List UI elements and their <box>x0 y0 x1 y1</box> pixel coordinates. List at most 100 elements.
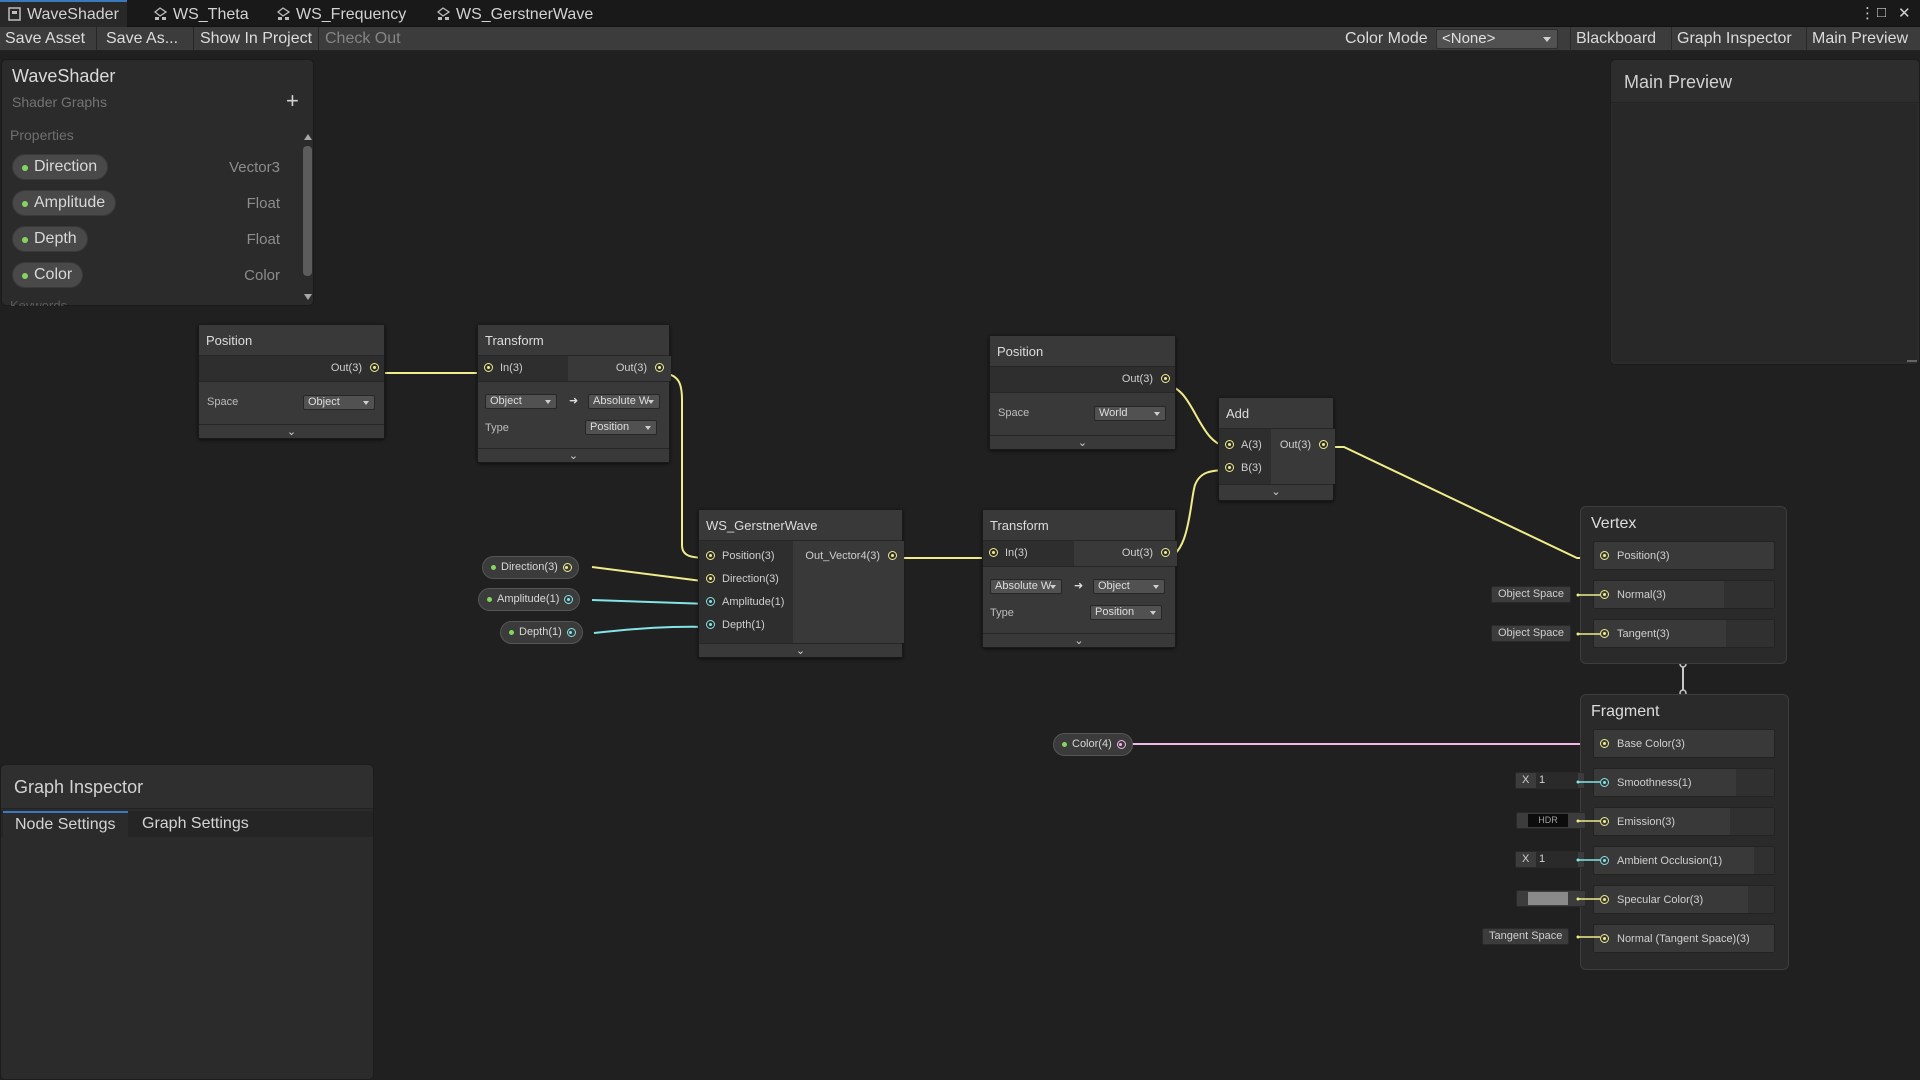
normal-tangent-space-value[interactable]: Tangent Space <box>1482 928 1570 945</box>
keywords-section-header[interactable]: Keywords <box>10 298 67 306</box>
normal-space-value[interactable]: Object Space <box>1491 586 1572 603</box>
block-ambient-occlusion[interactable]: Ambient Occlusion(1) <box>1593 846 1775 875</box>
property-pill-color[interactable]: Color <box>12 262 84 288</box>
node-title: WS_GerstnerWave <box>699 510 902 541</box>
scroll-down-icon[interactable] <box>304 294 312 300</box>
type-dropdown[interactable]: Position <box>1090 605 1162 620</box>
output-port[interactable] <box>566 628 576 637</box>
input-port-a[interactable] <box>1225 440 1234 449</box>
tangent-space-value[interactable]: Object Space <box>1491 625 1572 642</box>
output-port-out[interactable] <box>1161 374 1170 383</box>
node-ports: In(3) Out(3) <box>478 356 671 381</box>
collapse-chevron-icon[interactable]: ⌄ <box>990 435 1175 449</box>
property-pill-direction[interactable]: Direction <box>12 154 109 180</box>
direction-property-node[interactable]: Direction(3) <box>482 556 579 579</box>
position-node-object[interactable]: Position Out(3) Space Object ⌄ <box>198 324 385 439</box>
depth-property-node[interactable]: Depth(1) <box>500 621 583 644</box>
vertex-context[interactable]: Vertex Position(3) Normal(3) Tangent(3) <box>1580 506 1787 664</box>
type-dropdown[interactable]: Position <box>585 420 657 435</box>
output-port-out[interactable] <box>370 363 379 372</box>
color-property-node[interactable]: Color(4) <box>1053 733 1133 756</box>
node-settings: Object ➜ Absolute W Type Position <box>478 381 669 448</box>
node-settings: Absolute W ➜ Object Type Position <box>983 566 1175 633</box>
from-space-dropdown[interactable]: Absolute W <box>990 579 1062 594</box>
property-dot <box>22 201 28 207</box>
scroll-up-icon[interactable] <box>304 134 312 140</box>
block-specular-color[interactable]: Specular Color(3) <box>1593 885 1775 914</box>
to-space-dropdown[interactable]: Absolute W <box>588 394 660 409</box>
property-dot <box>22 165 28 171</box>
transform-node-object-to-absolute-world[interactable]: Transform In(3) Out(3) Object ➜ Absolute… <box>477 324 671 463</box>
input-port-in[interactable] <box>989 548 998 557</box>
input-port-direction[interactable] <box>706 574 715 583</box>
block-value-area <box>1724 581 1774 608</box>
space-dropdown[interactable]: Object <box>303 395 375 410</box>
input-port[interactable] <box>1600 551 1609 560</box>
output-port-out[interactable] <box>1161 548 1170 557</box>
hdr-color-swatch[interactable]: HDR <box>1528 814 1568 827</box>
input-port-b[interactable] <box>1225 463 1234 472</box>
port-label: Out(3) <box>330 362 362 374</box>
input-port-in[interactable] <box>484 363 493 372</box>
inline-connectors <box>1576 593 1600 939</box>
graph-inspector-panel: Graph Inspector Node Settings Graph Sett… <box>0 764 374 1080</box>
to-space-dropdown[interactable]: Object <box>1093 579 1165 594</box>
x-label: X <box>1522 774 1530 786</box>
space-label: Space <box>998 407 1030 419</box>
fragment-context[interactable]: Fragment Base Color(3) Smoothness(1) Emi… <box>1580 694 1789 970</box>
tab-graph-settings[interactable]: Graph Settings <box>130 811 261 837</box>
collapse-chevron-icon[interactable]: ⌄ <box>478 448 669 462</box>
block-normal[interactable]: Normal(3) <box>1593 580 1775 609</box>
add-node[interactable]: Add A(3) B(3) Out(3) ⌄ <box>1218 397 1335 501</box>
output-port[interactable] <box>564 595 574 604</box>
property-type: Float <box>246 195 280 212</box>
block-normal-tangent-space[interactable]: Normal (Tangent Space)(3) <box>1593 924 1775 953</box>
block-base-color[interactable]: Base Color(3) <box>1593 729 1775 758</box>
blackboard-scrollbar[interactable] <box>302 134 313 302</box>
output-port-out[interactable] <box>1319 440 1328 449</box>
port-label: In(3) <box>1005 547 1028 559</box>
output-port-out-vector4[interactable] <box>888 551 897 560</box>
specular-color-swatch[interactable] <box>1528 892 1568 905</box>
scrollbar-thumb[interactable] <box>303 146 312 276</box>
from-space-dropdown[interactable]: Object <box>485 394 557 409</box>
ambient-occlusion-value[interactable]: 1 <box>1536 852 1578 867</box>
output-port[interactable] <box>1116 740 1126 749</box>
property-dot <box>487 597 492 602</box>
gerstner-wave-subgraph-node[interactable]: WS_GerstnerWave Position(3) Direction(3)… <box>698 509 904 658</box>
input-port-depth[interactable] <box>706 620 715 629</box>
node-ports: Out(3) <box>199 356 384 381</box>
node-title: Position <box>199 325 384 356</box>
property-pill-amplitude[interactable]: Amplitude <box>12 190 117 216</box>
property-pill-depth[interactable]: Depth <box>12 226 88 252</box>
block-label: Position(3) <box>1617 550 1670 562</box>
add-property-button[interactable]: + <box>286 88 299 114</box>
blackboard-title: WaveShader <box>12 66 116 86</box>
amplitude-property-node[interactable]: Amplitude(1) <box>478 588 581 611</box>
transform-node-absolute-world-to-object[interactable]: Transform In(3) Out(3) Absolute W ➜ Obje… <box>982 509 1177 648</box>
port-label: Out_Vector4(3) <box>805 550 880 562</box>
space-dropdown[interactable]: World <box>1094 406 1166 421</box>
output-port-out[interactable] <box>655 363 664 372</box>
block-position[interactable]: Position(3) <box>1593 541 1775 570</box>
tab-node-settings[interactable]: Node Settings <box>3 811 128 837</box>
port-label: Out(3) <box>1121 547 1153 559</box>
output-port[interactable] <box>562 563 572 572</box>
block-tangent[interactable]: Tangent(3) <box>1593 619 1775 648</box>
position-node-world[interactable]: Position Out(3) Space World ⌄ <box>989 335 1176 450</box>
collapse-chevron-icon[interactable]: ⌄ <box>1219 484 1333 498</box>
smoothness-value[interactable]: 1 <box>1536 773 1578 788</box>
preview-viewport[interactable] <box>1613 104 1917 362</box>
properties-section-header[interactable]: Properties <box>10 127 74 143</box>
input-port-position[interactable] <box>706 551 715 560</box>
port-label: Out(3) <box>1279 439 1311 451</box>
collapse-chevron-icon[interactable]: ⌄ <box>983 633 1175 647</box>
block-emission[interactable]: Emission(3) <box>1593 807 1775 836</box>
collapse-chevron-icon[interactable]: ⌄ <box>199 424 384 438</box>
block-value-area <box>1754 847 1774 874</box>
node-ports: In(3) Out(3) <box>983 541 1177 566</box>
block-smoothness[interactable]: Smoothness(1) <box>1593 768 1775 797</box>
collapse-chevron-icon[interactable]: ⌄ <box>699 643 902 657</box>
input-port-amplitude[interactable] <box>706 597 715 606</box>
resize-handle-icon[interactable] <box>1907 360 1917 362</box>
